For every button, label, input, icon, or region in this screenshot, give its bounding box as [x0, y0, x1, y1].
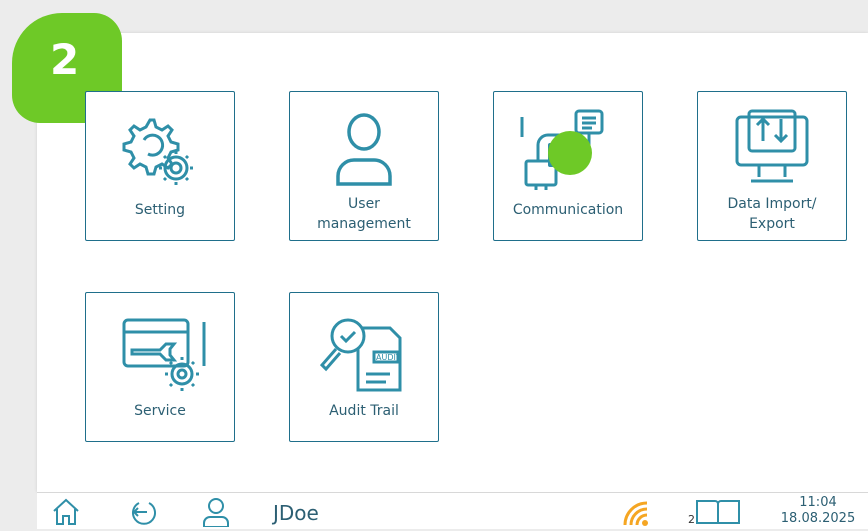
date-text: 18.08.2025	[780, 511, 856, 526]
logout-icon[interactable]	[129, 497, 159, 531]
manual-book-icon[interactable]	[695, 499, 741, 529]
tile-label: Setting	[134, 202, 186, 218]
tile-user-management[interactable]: User management	[289, 91, 439, 241]
tile-label: Service	[134, 403, 186, 419]
time-text: 11:04	[799, 495, 837, 510]
tile-setting[interactable]: Setting	[85, 91, 235, 241]
wifi-level: 2	[688, 513, 695, 526]
tile-label: User management	[317, 196, 411, 232]
data-import-export-icon	[698, 100, 846, 200]
wifi-icon[interactable]	[621, 499, 651, 531]
clock: 11:04 18.08.2025	[778, 495, 858, 527]
tile-audit-trail[interactable]: AUDIT Audit Trail	[289, 292, 439, 442]
audit-icon-text: AUDIT	[376, 353, 401, 362]
gear-icon	[86, 100, 234, 200]
user-name: JDoe	[273, 501, 319, 525]
audit-trail-icon: AUDIT	[290, 301, 438, 401]
user-icon	[290, 100, 438, 200]
tile-data-import-export[interactable]: Data Import/ Export	[697, 91, 847, 241]
home-icon[interactable]	[51, 497, 81, 531]
tile-label: Communication	[512, 202, 624, 218]
tile-service[interactable]: Service	[85, 292, 235, 442]
user-icon[interactable]	[201, 497, 231, 531]
tile-label: Data Import/ Export	[727, 196, 817, 232]
tile-label: Audit Trail	[329, 403, 399, 419]
service-icon	[86, 301, 234, 401]
status-bar: JDoe 2 11:04 18.08.2025	[37, 492, 868, 529]
touch-indicator	[548, 131, 592, 175]
